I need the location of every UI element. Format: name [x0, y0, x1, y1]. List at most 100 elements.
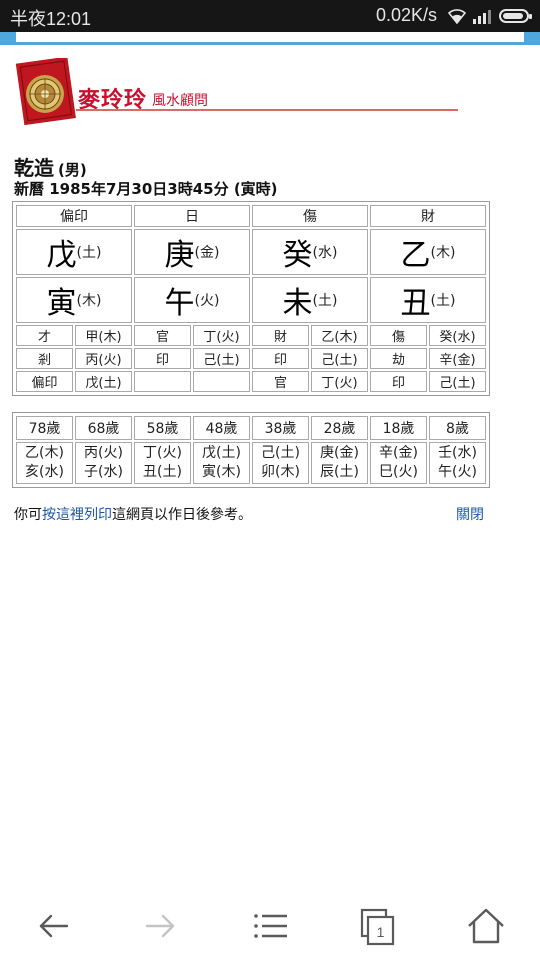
luck-stem: 庚(金) [320, 445, 359, 461]
menu-icon[interactable] [249, 904, 293, 948]
luck-pillar-cell: 戊(土) 寅(木) [193, 442, 250, 484]
print-note-prefix: 你可 [14, 507, 42, 523]
hidden-cell: 辛(金) [429, 348, 486, 369]
luck-stem: 辛(金) [379, 445, 418, 461]
branch-element: (火) [194, 293, 220, 309]
address-bar-edge [16, 32, 524, 42]
status-time: 半夜12:01 [10, 9, 92, 29]
branch-element: (土) [430, 293, 456, 309]
ten-god-cell: 偏印 [16, 205, 132, 227]
ten-god-cell: 傷 [252, 205, 368, 227]
luck-stem: 丙(火) [84, 445, 123, 461]
luck-pillar-cell: 壬(水) 午(火) [429, 442, 486, 484]
luck-stem: 己(土) [261, 445, 300, 461]
chart-title: 乾造 (男) [14, 152, 87, 181]
luck-age-cell: 58歲 [134, 416, 191, 440]
hidden-stems-row: 偏印 戊(土) 官 丁(火) 印 己(土) [16, 371, 486, 392]
luck-branch: 巳(火) [379, 464, 418, 480]
hidden-cell: 乙(木) [311, 325, 368, 346]
luck-pillar-cell: 乙(木) 亥(水) [16, 442, 73, 484]
stem-element: (金) [194, 245, 220, 261]
hidden-cell: 財 [252, 325, 309, 346]
forward-icon[interactable] [139, 904, 183, 948]
luck-branch: 丑(土) [143, 464, 182, 480]
luck-branch: 子(水) [84, 464, 123, 480]
luck-pillars-table: 78歲 68歲 58歲 48歲 38歲 28歲 18歲 8歲 乙(木) 亥(水) … [12, 412, 490, 488]
print-note-suffix: 這網頁以作日後參考。 [112, 507, 252, 523]
luck-age-cell: 68歲 [75, 416, 132, 440]
hidden-cell: 己(土) [311, 348, 368, 369]
brand-subtitle: 風水顧問 [152, 93, 208, 109]
hidden-cell: 戊(土) [75, 371, 132, 392]
hidden-stems-row: 才 甲(木) 官 丁(火) 財 乙(木) 傷 癸(水) [16, 325, 486, 346]
print-link[interactable]: 按這裡列印 [42, 507, 112, 523]
hidden-cell: 印 [134, 348, 191, 369]
luck-stem: 乙(木) [25, 445, 64, 461]
hidden-cell: 官 [252, 371, 309, 392]
branch-char: 未 [282, 286, 313, 321]
luck-pillar-cell: 丁(火) 丑(土) [134, 442, 191, 484]
battery-icon [499, 9, 532, 23]
luck-age-cell: 48歲 [193, 416, 250, 440]
hidden-cell: 官 [134, 325, 191, 346]
hidden-cell: 甲(木) [75, 325, 132, 346]
feng-shui-compass-logo [15, 58, 76, 126]
hidden-cell [134, 371, 191, 392]
hidden-cell: 才 [16, 325, 73, 346]
stem-cell: 乙(木) [370, 229, 486, 275]
stem-char: 乙 [400, 238, 431, 273]
luck-branch: 亥(水) [25, 464, 64, 480]
home-icon[interactable] [464, 904, 508, 948]
stem-cell: 戊(土) [16, 229, 132, 275]
tab-count: 1 [377, 924, 385, 940]
header-divider [76, 109, 458, 111]
network-rate: 0.02K/s [376, 5, 438, 25]
branch-char: 寅 [46, 286, 77, 321]
stem-cell: 庚(金) [134, 229, 250, 275]
chart-title-text: 乾造 [14, 156, 54, 180]
luck-age-cell: 38歲 [252, 416, 309, 440]
hidden-cell: 癸(水) [429, 325, 486, 346]
branch-element: (木) [76, 293, 102, 309]
wifi-icon [447, 9, 467, 24]
branch-cell: 未(土) [252, 277, 368, 323]
signal-icon [473, 10, 491, 24]
luck-pillar-cell: 辛(金) 巳(火) [370, 442, 427, 484]
branch-element: (土) [312, 293, 338, 309]
hidden-cell [193, 371, 250, 392]
hidden-cell: 印 [252, 348, 309, 369]
status-bar: 半夜12:01 0.02K/s [0, 0, 540, 32]
branch-char: 午 [164, 286, 195, 321]
hidden-cell: 己(土) [193, 348, 250, 369]
luck-age-cell: 78歲 [16, 416, 73, 440]
luck-stem: 丁(火) [143, 445, 182, 461]
luck-age-row: 78歲 68歲 58歲 48歲 38歲 28歲 18歲 8歲 [16, 416, 486, 440]
luck-branch: 午(火) [438, 464, 477, 480]
luck-age-cell: 28歲 [311, 416, 368, 440]
close-link[interactable]: 關閉 [456, 504, 484, 524]
luck-pillar-cell: 丙(火) 子(水) [75, 442, 132, 484]
hidden-cell: 丁(火) [193, 325, 250, 346]
ten-god-cell: 日 [134, 205, 250, 227]
stem-cell: 癸(水) [252, 229, 368, 275]
stem-element: (土) [76, 245, 102, 261]
birth-date: 新曆 1985年7月30日3時45分 (寅時) [14, 180, 278, 198]
luck-branch: 辰(土) [320, 464, 359, 480]
gender-label: (男) [58, 161, 87, 179]
branch-char: 丑 [400, 286, 431, 321]
branch-cell: 寅(木) [16, 277, 132, 323]
browser-bottom-nav: 1 [0, 890, 540, 960]
tabs-icon[interactable]: 1 [356, 904, 400, 948]
back-icon[interactable] [31, 904, 75, 948]
luck-stem: 壬(水) [438, 445, 477, 461]
stem-element: (木) [430, 245, 456, 261]
hidden-cell: 劫 [370, 348, 427, 369]
stem-char: 戊 [46, 238, 77, 273]
heavenly-stems-row: 戊(土) 庚(金) 癸(水) 乙(木) [16, 229, 486, 275]
hidden-cell: 丙(火) [75, 348, 132, 369]
hidden-cell: 剎 [16, 348, 73, 369]
hidden-cell: 己(土) [429, 371, 486, 392]
ten-god-cell: 財 [370, 205, 486, 227]
hidden-cell: 丁(火) [311, 371, 368, 392]
luck-age-cell: 18歲 [370, 416, 427, 440]
